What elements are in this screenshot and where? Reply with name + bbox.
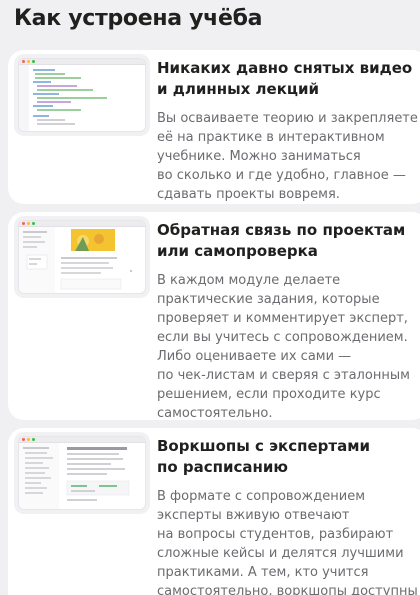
card-text: Никаких давно снятых видео и длинных лек… [157, 58, 418, 204]
browser-bar [19, 59, 145, 65]
card-description: В каждом модуле делаете практические зад… [157, 273, 410, 421]
section-title: Как устроена учёба [14, 6, 263, 31]
project-review-mock [19, 227, 132, 293]
card-description: В формате с сопровождением эксперты вжив… [157, 489, 418, 595]
card-title: Никаких давно снятых видео и длинных лек… [157, 59, 413, 98]
project-review-screenshot [18, 220, 146, 294]
card-title: Обратная связь по проектам или самопрове… [157, 221, 406, 260]
feature-card-project-feedback: Обратная связь по проектам или самопрове… [8, 212, 420, 423]
workshop-schedule-screenshot [18, 436, 146, 510]
card-description: Вы осваиваете теорию и закрепляете её на… [157, 111, 418, 202]
code-editor-mock [19, 65, 107, 131]
card-title: Воркшопы с экспертами по расписанию [157, 437, 370, 476]
code-editor-screenshot [18, 58, 146, 132]
browser-bar [19, 437, 145, 443]
feature-card-interactive-textbook: Никаких давно снятых видео и длинных лек… [8, 50, 420, 204]
page: Как устроена учёба Никаких давно снятых … [0, 0, 420, 595]
card-text: Обратная связь по проектам или самопрове… [157, 220, 417, 423]
workshop-schedule-mock [19, 443, 130, 509]
browser-bar [19, 221, 145, 227]
feature-card-workshops: Воркшопы с экспертами по расписанию В фо… [8, 428, 420, 595]
card-text: Воркшопы с экспертами по расписанию В фо… [157, 436, 418, 595]
